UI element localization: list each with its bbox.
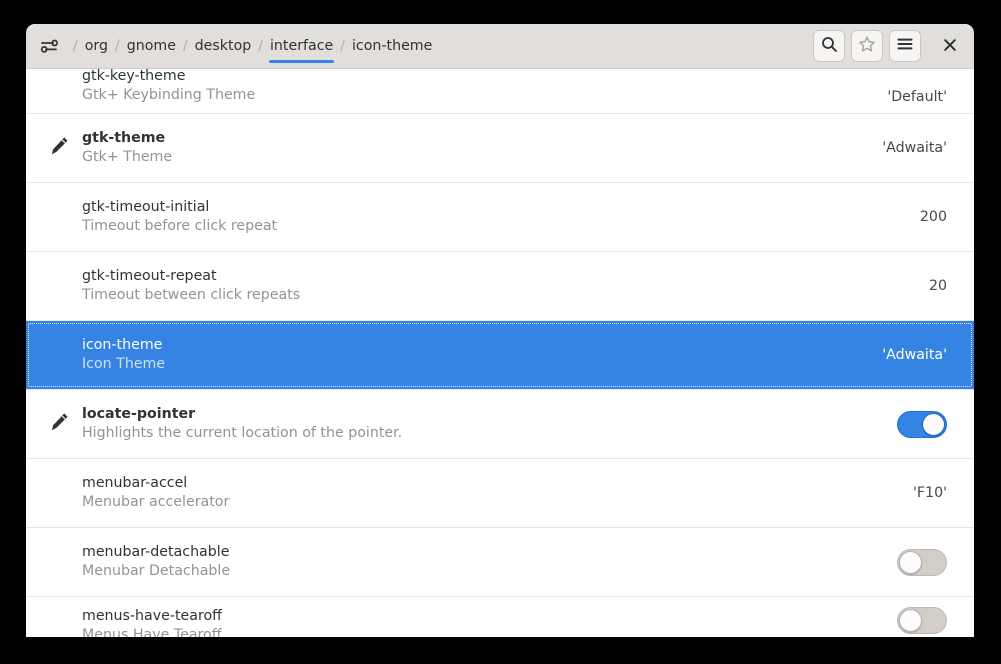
table-row[interactable]: menubar-detachable Menubar Detachable [26,528,974,597]
pencil-icon [48,135,70,161]
setting-value[interactable]: 'Adwaita' [868,347,947,363]
header-bar-actions [813,30,965,62]
star-icon [858,35,876,57]
setting-description: Menus Have Tearoff [82,626,897,637]
setting-toggle-switch[interactable] [897,411,947,438]
table-row[interactable]: gtk-timeout-initial Timeout before click… [26,183,974,252]
breadcrumb-item-desktop[interactable]: desktop [193,24,254,68]
modified-indicator-cell [46,135,82,161]
setting-key: menubar-accel [82,474,899,493]
breadcrumb-item-icon-theme[interactable]: icon-theme [350,24,434,68]
settings-list[interactable]: gtk-key-theme Gtk+ Keybinding Theme 'Def… [26,69,974,637]
close-button[interactable] [935,30,965,62]
breadcrumb-item-org[interactable]: org [83,24,110,68]
row-labels: icon-theme Icon Theme [82,336,868,374]
table-row[interactable]: gtk-timeout-repeat Timeout between click… [26,252,974,321]
close-icon [943,37,957,56]
setting-description: Gtk+ Theme [82,148,868,167]
toggle-knob [922,413,945,436]
table-row[interactable]: menus-have-tearoff Menus Have Tearoff [26,597,974,637]
table-row[interactable]: gtk-theme Gtk+ Theme 'Adwaita' [26,114,974,183]
setting-value[interactable]: 'Adwaita' [868,140,947,156]
toggle-knob [899,551,922,574]
row-labels: gtk-key-theme Gtk+ Keybinding Theme [82,69,873,105]
bookmark-button[interactable] [851,30,883,62]
breadcrumb-separator-0: / [68,24,83,68]
sliders-icon[interactable] [37,34,61,58]
table-row-selected[interactable]: icon-theme Icon Theme 'Adwaita' [26,321,974,390]
menu-button[interactable] [889,30,921,62]
modified-indicator-cell [46,411,82,437]
setting-key: gtk-timeout-initial [82,198,906,217]
setting-description: Gtk+ Keybinding Theme [82,86,873,105]
breadcrumb-item-interface[interactable]: interface [268,24,335,68]
table-row[interactable]: locate-pointer Highlights the current lo… [26,390,974,459]
setting-description: Timeout before click repeat [82,217,906,236]
setting-description: Menubar Detachable [82,562,897,581]
breadcrumb-separator-3: / [253,24,268,68]
setting-toggle-switch[interactable] [897,607,947,634]
setting-key: locate-pointer [82,405,897,424]
pencil-icon [48,411,70,437]
setting-key: menus-have-tearoff [82,607,897,626]
table-row[interactable]: gtk-key-theme Gtk+ Keybinding Theme 'Def… [26,69,974,114]
hamburger-menu-icon [896,35,914,57]
dconf-editor-window: / org / gnome / desktop / interface / ic… [26,24,974,637]
row-labels: gtk-timeout-repeat Timeout between click… [82,267,915,305]
breadcrumb-item-gnome[interactable]: gnome [125,24,178,68]
row-labels: gtk-theme Gtk+ Theme [82,129,868,167]
setting-value[interactable]: 20 [915,278,947,294]
row-labels: menubar-accel Menubar accelerator [82,474,899,512]
setting-description: Highlights the current location of the p… [82,424,897,443]
setting-value[interactable]: 200 [906,209,947,225]
setting-key: gtk-key-theme [82,69,873,86]
setting-key: icon-theme [82,336,868,355]
breadcrumb-separator-4: / [335,24,350,68]
row-labels: gtk-timeout-initial Timeout before click… [82,198,906,236]
setting-value[interactable]: 'Default' [873,89,947,105]
setting-description: Icon Theme [82,355,868,374]
setting-description: Timeout between click repeats [82,286,915,305]
table-row[interactable]: menubar-accel Menubar accelerator 'F10' [26,459,974,528]
setting-description: Menubar accelerator [82,493,899,512]
setting-toggle-switch[interactable] [897,549,947,576]
row-labels: locate-pointer Highlights the current lo… [82,405,897,443]
breadcrumb-separator-1: / [110,24,125,68]
row-labels: menubar-detachable Menubar Detachable [82,543,897,581]
breadcrumb: / org / gnome / desktop / interface / ic… [36,24,813,68]
row-labels: menus-have-tearoff Menus Have Tearoff [82,607,897,637]
setting-key: gtk-timeout-repeat [82,267,915,286]
setting-value[interactable]: 'F10' [899,485,947,501]
search-button[interactable] [813,30,845,62]
setting-key: gtk-theme [82,129,868,148]
header-bar: / org / gnome / desktop / interface / ic… [26,24,974,69]
breadcrumb-separator-2: / [178,24,193,68]
setting-key: menubar-detachable [82,543,897,562]
toggle-knob [899,609,922,632]
search-icon [821,36,838,57]
